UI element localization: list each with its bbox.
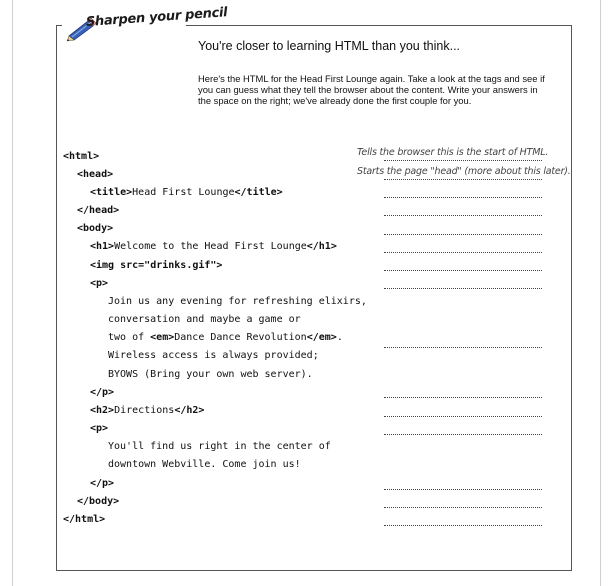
intro-heading: You're closer to learning HTML than you … (198, 39, 461, 53)
code-tag: </h1> (306, 241, 337, 252)
code-line: </p> (90, 478, 114, 489)
code-line: two of <em>Dance Dance Revolution</em>. (108, 332, 343, 343)
answer-line[interactable] (384, 252, 542, 253)
code-tag: <em> (150, 332, 175, 343)
code-tag: </p> (90, 387, 115, 398)
code-line: <img src="drinks.gif"> (90, 260, 222, 271)
answer-line[interactable] (384, 234, 542, 235)
code-line: <p> (90, 423, 108, 434)
intro-body: Here's the HTML for the Head First Loung… (198, 73, 545, 107)
code-tag: <h2> (90, 405, 115, 416)
code-tag: <h1> (90, 241, 115, 252)
code-tag: </title> (234, 187, 283, 198)
answer-line[interactable] (384, 197, 542, 198)
code-line: Wireless access is always provided; (108, 350, 319, 361)
answer-line[interactable] (384, 525, 542, 526)
code-text: Dance Dance Revolution (174, 332, 307, 343)
answer-line[interactable] (384, 416, 542, 417)
answer-line[interactable] (384, 507, 542, 508)
code-tag: </h2> (174, 405, 205, 416)
answer-line[interactable] (384, 347, 542, 348)
code-text: Directions (114, 405, 175, 416)
code-text: downtown Webville. Come join us! (108, 459, 301, 470)
code-text: Head First Lounge (132, 187, 235, 198)
code-tag: <html> (63, 151, 100, 162)
code-text: conversation and maybe a game or (108, 314, 301, 325)
code-tag: </p> (90, 478, 115, 489)
code-text: BYOWS (Bring your own web server). (108, 369, 313, 380)
code-line: <body> (77, 223, 113, 234)
code-tag: <p> (90, 278, 109, 289)
answer-line[interactable] (384, 160, 542, 161)
code-line: BYOWS (Bring your own web server). (108, 369, 313, 380)
code-line: <h1>Welcome to the Head First Lounge</h1… (90, 241, 337, 252)
answer-head: Starts the page "head" (more about this … (357, 166, 571, 177)
code-tag: </em> (306, 332, 337, 343)
code-line: </p> (90, 387, 114, 398)
code-tag: </body> (77, 496, 120, 507)
code-line: You'll find us right in the center of (108, 441, 331, 452)
code-text: two of (108, 332, 151, 343)
answer-line[interactable] (384, 179, 542, 180)
answer-line[interactable] (384, 270, 542, 271)
code-line: <head> (77, 169, 113, 180)
code-tag: <p> (90, 423, 109, 434)
code-text: . (336, 332, 343, 343)
page-edge-left (12, 0, 13, 586)
code-tag: <img src="drinks.gif"> (90, 260, 223, 271)
code-line: <title>Head First Lounge</title> (90, 187, 283, 198)
answer-line[interactable] (384, 215, 542, 216)
code-text: Join us any evening for refreshing elixi… (108, 296, 367, 307)
code-line: <html> (63, 151, 99, 162)
code-line: <p> (90, 278, 108, 289)
code-tag: <body> (77, 223, 114, 234)
code-line: </body> (77, 496, 119, 507)
answer-line[interactable] (384, 397, 542, 398)
answer-line[interactable] (384, 434, 542, 435)
answer-line[interactable] (384, 288, 542, 289)
code-line: Join us any evening for refreshing elixi… (108, 296, 367, 307)
code-text: You'll find us right in the center of (108, 441, 331, 452)
answer-html: Tells the browser this is the start of H… (357, 147, 549, 158)
code-line: downtown Webville. Come join us! (108, 459, 301, 470)
code-tag: <title> (90, 187, 133, 198)
code-line: </head> (77, 205, 119, 216)
code-tag: </head> (77, 205, 120, 216)
code-tag: <head> (77, 169, 114, 180)
answer-line[interactable] (384, 489, 542, 490)
code-text: Wireless access is always provided; (108, 350, 319, 361)
code-line: conversation and maybe a game or (108, 314, 301, 325)
code-line: </html> (63, 514, 105, 525)
page-edge-right (600, 0, 601, 586)
code-line: <h2>Directions</h2> (90, 405, 204, 416)
code-tag: </html> (63, 514, 106, 525)
code-text: Welcome to the Head First Lounge (114, 241, 307, 252)
